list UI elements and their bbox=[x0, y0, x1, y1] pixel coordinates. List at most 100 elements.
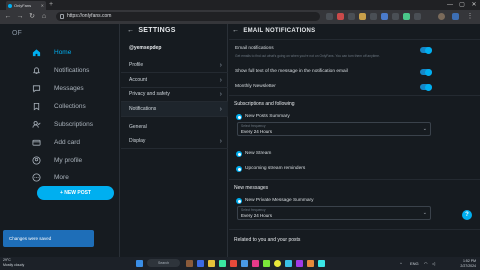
new-private-summary-label: New Private Message Summary bbox=[245, 198, 314, 203]
chat-icon bbox=[32, 84, 41, 92]
help-button[interactable]: ? bbox=[462, 210, 472, 220]
app-icon[interactable] bbox=[230, 260, 237, 267]
new-messages-section-title: New messages bbox=[234, 185, 269, 191]
new-stream-radio[interactable] bbox=[236, 151, 242, 157]
app-icon[interactable] bbox=[241, 260, 248, 267]
upcoming-stream-radio[interactable] bbox=[236, 166, 242, 172]
windows-taskbar: 29°C Mostly cloudy Search ^ ENG ◠ ◁ 1:52… bbox=[0, 257, 480, 270]
app-icon[interactable] bbox=[186, 260, 193, 267]
subscriptions-section-title: Subscriptions and following bbox=[234, 101, 295, 107]
app-icon[interactable] bbox=[197, 260, 204, 267]
app-icon[interactable] bbox=[285, 260, 292, 267]
settings-row-general[interactable]: General bbox=[121, 120, 228, 135]
volume-icon[interactable]: ◁ bbox=[432, 261, 435, 266]
weather-widget[interactable]: 29°C Mostly cloudy bbox=[3, 258, 24, 267]
chevron-right-icon: › bbox=[219, 77, 222, 84]
app-icon[interactable] bbox=[296, 260, 303, 267]
nav-subscriptions[interactable]: Subscriptions bbox=[32, 118, 93, 130]
close-window-icon[interactable]: ✕ bbox=[468, 0, 480, 10]
lock-icon bbox=[60, 14, 64, 19]
settings-menu: ← SETTINGS @yemsepdep Profile › Account › … bbox=[121, 24, 228, 257]
browser-tab-bar: OnlyFans ✕ + — ▢ ✕ bbox=[0, 0, 480, 10]
chevron-right-icon: › bbox=[219, 138, 222, 145]
extension-icon[interactable] bbox=[414, 13, 421, 20]
extension-icon[interactable] bbox=[403, 13, 410, 20]
newsletter-toggle[interactable] bbox=[420, 83, 432, 91]
settings-row-profile[interactable]: Profile › bbox=[121, 58, 228, 73]
app-icon[interactable] bbox=[219, 260, 226, 267]
chrome-icon[interactable] bbox=[274, 260, 281, 267]
language-indicator[interactable]: ENG bbox=[410, 261, 419, 266]
folder-icon[interactable] bbox=[208, 260, 215, 267]
tab-close-icon[interactable]: ✕ bbox=[41, 3, 44, 8]
content-title: EMAIL NOTIFICATIONS bbox=[243, 27, 316, 34]
reload-icon[interactable]: ↻ bbox=[28, 12, 36, 21]
profile-avatar-icon[interactable] bbox=[438, 13, 445, 20]
start-icon[interactable] bbox=[136, 260, 143, 267]
chevron-right-icon: › bbox=[219, 91, 222, 98]
user-icon bbox=[32, 155, 41, 165]
address-bar[interactable]: https://onlyfans.com bbox=[56, 12, 320, 21]
extension-icon[interactable] bbox=[392, 13, 399, 20]
back-arrow-icon[interactable]: ← bbox=[127, 27, 134, 34]
extension-icon[interactable] bbox=[359, 13, 366, 20]
nav-my-profile[interactable]: My profile bbox=[32, 154, 82, 166]
full-text-toggle[interactable] bbox=[420, 68, 432, 76]
brand-logo[interactable]: OF bbox=[12, 30, 22, 37]
email-notifications-label: Email notifications bbox=[235, 46, 274, 51]
app-icon[interactable] bbox=[252, 260, 259, 267]
app-icon[interactable] bbox=[263, 260, 270, 267]
maximize-icon[interactable]: ▢ bbox=[456, 0, 468, 10]
wifi-icon[interactable]: ◠ bbox=[424, 261, 428, 266]
settings-row-display[interactable]: Display › bbox=[121, 134, 228, 149]
nav-notifications[interactable]: Notifications bbox=[33, 64, 89, 76]
new-post-button[interactable]: + NEW POST bbox=[37, 186, 114, 200]
clock[interactable]: 1:52 PM 2/27/2024 bbox=[460, 259, 476, 268]
app-icon[interactable] bbox=[307, 260, 314, 267]
new-posts-frequency-select[interactable]: Select frequency Every 24 Hours ⌄ bbox=[237, 122, 431, 136]
nav-add-card[interactable]: Add card bbox=[32, 136, 80, 148]
new-posts-summary-label: New Posts Summary bbox=[245, 114, 290, 119]
settings-row-account[interactable]: Account › bbox=[121, 73, 228, 88]
bookmark-icon bbox=[33, 102, 40, 110]
private-frequency-select[interactable]: Select frequency Every 24 Hours ⌄ bbox=[237, 206, 431, 220]
content-header: ← EMAIL NOTIFICATIONS bbox=[232, 27, 315, 34]
extension-icon[interactable] bbox=[326, 13, 333, 20]
new-private-summary-radio[interactable] bbox=[236, 198, 242, 204]
settings-row-privacy[interactable]: Privacy and safety › bbox=[121, 87, 228, 102]
nav-collections[interactable]: Collections bbox=[33, 100, 86, 112]
new-stream-label: New Stream bbox=[245, 151, 272, 156]
newsletter-label: Monthly Newsletter bbox=[235, 84, 276, 89]
home-button-icon[interactable]: ⌂ bbox=[40, 12, 48, 21]
extension-icon[interactable] bbox=[348, 13, 355, 20]
forward-icon[interactable]: → bbox=[16, 12, 24, 21]
email-notifications-toggle[interactable] bbox=[420, 46, 432, 54]
new-posts-summary-radio[interactable] bbox=[236, 114, 242, 120]
related-section-title: Related to you and your posts bbox=[234, 237, 301, 243]
minimize-icon[interactable]: — bbox=[444, 0, 456, 10]
update-button-icon[interactable] bbox=[452, 13, 459, 20]
nav-messages[interactable]: Messages bbox=[32, 82, 84, 94]
screen: OnlyFans ✕ + — ▢ ✕ ← → ↻ ⌂ https://onlyf… bbox=[0, 0, 480, 270]
browser-menu-icon[interactable]: ⋮ bbox=[466, 12, 474, 21]
tab-title: OnlyFans bbox=[14, 3, 32, 8]
back-icon[interactable]: ← bbox=[4, 12, 12, 21]
browser-tab[interactable]: OnlyFans ✕ bbox=[6, 1, 46, 10]
nav-more[interactable]: More bbox=[32, 171, 69, 183]
taskbar-search[interactable]: Search bbox=[147, 259, 180, 267]
new-tab-button[interactable]: + bbox=[49, 1, 53, 9]
nav-home[interactable]: Home bbox=[32, 46, 71, 58]
chevron-down-icon: ⌄ bbox=[422, 126, 427, 132]
extension-icon[interactable] bbox=[381, 13, 388, 20]
more-icon bbox=[32, 172, 41, 182]
upcoming-stream-label: Upcoming stream reminders bbox=[245, 166, 306, 171]
tray-chevron-up-icon[interactable]: ^ bbox=[400, 261, 402, 266]
extension-icon[interactable] bbox=[370, 13, 377, 20]
bell-icon bbox=[33, 66, 40, 74]
onlyfans-app: OF Home Notifications Messages Collectio… bbox=[0, 24, 480, 257]
back-arrow-icon[interactable]: ← bbox=[232, 27, 239, 34]
app-icon[interactable] bbox=[318, 260, 325, 267]
extension-icon[interactable] bbox=[337, 13, 344, 20]
settings-row-notifications[interactable]: Notifications › bbox=[121, 102, 228, 117]
url-text: https://onlyfans.com bbox=[67, 13, 112, 19]
